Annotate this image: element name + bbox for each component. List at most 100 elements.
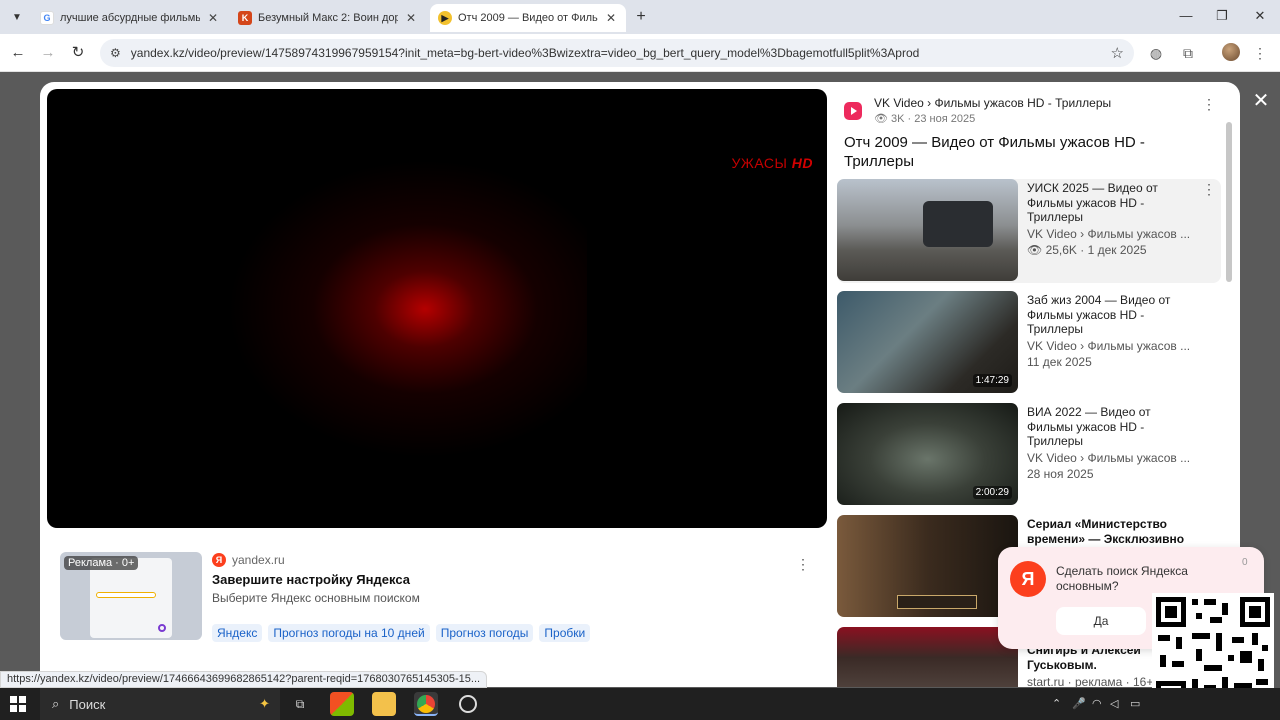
side-scrollbar[interactable] xyxy=(1226,122,1232,282)
video-card-channel: VK Video › Фильмы ужасов ... xyxy=(1027,451,1191,465)
tab-1[interactable]: G лучшие абсурдные фильмы ✕ xyxy=(32,4,228,32)
watermark-text: УЖАСЫ xyxy=(731,155,788,171)
browser-toolbar: ← → ↻ ⚙ yandex.kz/video/preview/14758974… xyxy=(0,34,1280,72)
battery-icon[interactable]: ▭ xyxy=(1130,697,1140,710)
vk-video-icon xyxy=(844,102,862,120)
obs-app-icon[interactable] xyxy=(456,692,480,716)
video-player[interactable]: УЖАСЫ HD xyxy=(47,89,827,528)
address-bar[interactable]: ⚙ yandex.kz/video/preview/14758974319967… xyxy=(100,39,1134,67)
close-tab-icon[interactable]: ✕ xyxy=(404,11,418,25)
profile-avatar[interactable] xyxy=(1222,43,1240,61)
yandex-logo-icon: Я xyxy=(1010,561,1046,597)
related-video-card[interactable]: 1:47:29 Заб жиз 2004 — Видео от Фильмы у… xyxy=(837,291,1221,395)
video-duration: 1:47:29 xyxy=(972,374,1012,387)
video-meta: 👁 3K · 23 ноя 2025 xyxy=(874,113,976,125)
file-explorer-icon[interactable] xyxy=(372,692,396,716)
video-menu-icon[interactable]: ⋮ xyxy=(1202,96,1216,113)
chrome-logo xyxy=(417,695,435,713)
ad-menu-icon[interactable]: ⋮ xyxy=(796,556,810,573)
video-card-title[interactable]: Сериал «Министерство времени» — Эксклюзи… xyxy=(1027,517,1197,546)
video-card-title[interactable]: Заб жиз 2004 — Видео от Фильмы ужасов HD… xyxy=(1027,293,1197,337)
tab-strip: ▼ G лучшие абсурдные фильмы ✕ K Безумный… xyxy=(0,0,1280,34)
video-thumbnail[interactable]: 2:00:29 xyxy=(837,403,1018,505)
taskbar-search-label: Поиск xyxy=(69,696,106,712)
tab-2[interactable]: K Безумный Макс 2: Воин дороги ✕ xyxy=(230,4,426,32)
ad-source[interactable]: Я yandex.ru xyxy=(212,553,285,567)
video-card-channel: VK Video › Фильмы ужасов ... xyxy=(1027,227,1191,241)
ad-title[interactable]: Завершите настройку Яндекса xyxy=(212,572,410,587)
forward-arrow-icon[interactable]: → xyxy=(38,43,58,63)
bookmark-star-icon[interactable]: ☆ xyxy=(1111,44,1124,62)
ad-chip[interactable]: Прогноз погоды xyxy=(435,624,534,642)
tab-title: лучшие абсурдные фильмы xyxy=(60,12,200,24)
related-video-card[interactable]: 2:00:29 ВИА 2022 — Видео от Фильмы ужасо… xyxy=(837,403,1221,507)
video-thumbnail[interactable] xyxy=(837,515,1018,617)
video-card-title[interactable]: ВИА 2022 — Видео от Фильмы ужасов HD - Т… xyxy=(1027,405,1197,449)
task-view-icon[interactable]: ⧉ xyxy=(288,692,312,716)
ad-chip[interactable]: Яндекс xyxy=(212,624,263,642)
watermark-hd: HD xyxy=(791,155,813,171)
video-card-title[interactable]: УИСК 2025 — Видео от Фильмы ужасов HD - … xyxy=(1027,181,1197,225)
new-tab-button[interactable]: + xyxy=(632,8,650,26)
tab-title: Отч 2009 — Видео от Фильмы ужасов HD xyxy=(458,12,598,24)
ad-block[interactable]: Реклама · 0+ Я yandex.ru Завершите настр… xyxy=(60,552,820,652)
modal-close-icon[interactable]: ✕ xyxy=(1250,90,1272,112)
video-card-meta: 👁 25,6K · 1 дек 2025 xyxy=(1027,243,1147,257)
video-card-menu-icon[interactable]: ⋮ xyxy=(1202,181,1216,198)
video-thumbnail[interactable]: 1:47:29 xyxy=(837,291,1018,393)
maximize-icon[interactable]: ❐ xyxy=(1212,6,1232,26)
video-duration: 2:00:29 xyxy=(972,486,1012,499)
reload-icon[interactable]: ↻ xyxy=(68,43,88,63)
url-text[interactable]: yandex.kz/video/preview/1475897431996795… xyxy=(131,46,1105,60)
video-frame xyxy=(227,159,587,459)
microphone-icon[interactable]: 🎤 xyxy=(1072,697,1086,710)
site-info-icon[interactable]: ⚙ xyxy=(110,46,121,60)
yandex-video-icon: ▶ xyxy=(438,11,452,25)
status-url-bubble: https://yandex.kz/video/preview/17466643… xyxy=(0,671,488,688)
tab-title: Безумный Макс 2: Воин дороги xyxy=(258,12,398,24)
video-title[interactable]: Отч 2009 — Видео от Фильмы ужасов HD - Т… xyxy=(844,133,1174,171)
popup-timer: 0 xyxy=(1242,557,1248,568)
extensions-icon[interactable]: ⧉ xyxy=(1178,43,1198,63)
minimize-icon[interactable]: — xyxy=(1176,6,1196,26)
wifi-icon[interactable]: ◠ xyxy=(1092,697,1102,710)
related-video-card[interactable]: УИСК 2025 — Видео от Фильмы ужасов HD - … xyxy=(837,179,1221,283)
back-arrow-icon[interactable]: ← xyxy=(8,43,28,63)
video-source[interactable]: VK Video › Фильмы ужасов HD - Триллеры xyxy=(874,96,1111,110)
close-window-icon[interactable]: ✕ xyxy=(1250,6,1270,26)
video-card-meta: 11 дек 2025 xyxy=(1027,355,1092,369)
obs-logo xyxy=(459,695,477,713)
ad-thumbnail[interactable]: Реклама · 0+ xyxy=(60,552,202,640)
windows-taskbar: ⌕ Поиск ✦ ⧉ ⌃ 🎤 ◠ ◁ ▭ xyxy=(0,688,1280,720)
volume-icon[interactable]: ◁ xyxy=(1110,697,1118,710)
yandex-logo-icon: Я xyxy=(212,553,226,567)
kinopoisk-icon: K xyxy=(238,11,252,25)
tab-search-button[interactable]: ▼ xyxy=(6,6,28,28)
tray-chevron-icon[interactable]: ⌃ xyxy=(1052,697,1061,710)
popup-yes-button[interactable]: Да xyxy=(1056,607,1146,635)
menu-kebab-icon[interactable]: ⋮ xyxy=(1250,43,1270,63)
popup-message: Сделать поиск Яндекса основным? xyxy=(1056,564,1188,593)
close-tab-icon[interactable]: ✕ xyxy=(604,11,618,25)
video-thumbnail[interactable] xyxy=(837,627,1018,687)
taskbar-search-box[interactable]: ⌕ Поиск ✦ xyxy=(40,688,280,720)
windows-start-icon[interactable] xyxy=(10,696,26,712)
chrome-app-icon[interactable] xyxy=(414,692,438,716)
tab-3-active[interactable]: ▶ Отч 2009 — Видео от Фильмы ужасов HD ✕ xyxy=(430,4,626,32)
video-thumbnail[interactable] xyxy=(837,179,1018,281)
close-tab-icon[interactable]: ✕ xyxy=(206,11,220,25)
video-card-meta: 28 ноя 2025 xyxy=(1027,467,1094,481)
ad-chips: Яндекс Прогноз погоды на 10 дней Прогноз… xyxy=(212,624,591,642)
ad-thumb-dot xyxy=(158,624,166,632)
ad-chip[interactable]: Пробки xyxy=(539,624,591,642)
thumb-caption-plate xyxy=(897,595,977,609)
ad-badge: Реклама · 0+ xyxy=(64,556,139,570)
search-icon: ⌕ xyxy=(52,696,60,711)
store-app-icon[interactable] xyxy=(330,692,354,716)
video-card-channel: VK Video › Фильмы ужасов ... xyxy=(1027,339,1191,353)
ad-source-domain[interactable]: yandex.ru xyxy=(232,553,285,567)
translate-icon[interactable]: ◍ xyxy=(1146,43,1166,63)
thumb-car xyxy=(923,201,993,247)
ad-chip[interactable]: Прогноз погоды на 10 дней xyxy=(268,624,430,642)
ad-thumb-searchbar xyxy=(96,592,156,598)
